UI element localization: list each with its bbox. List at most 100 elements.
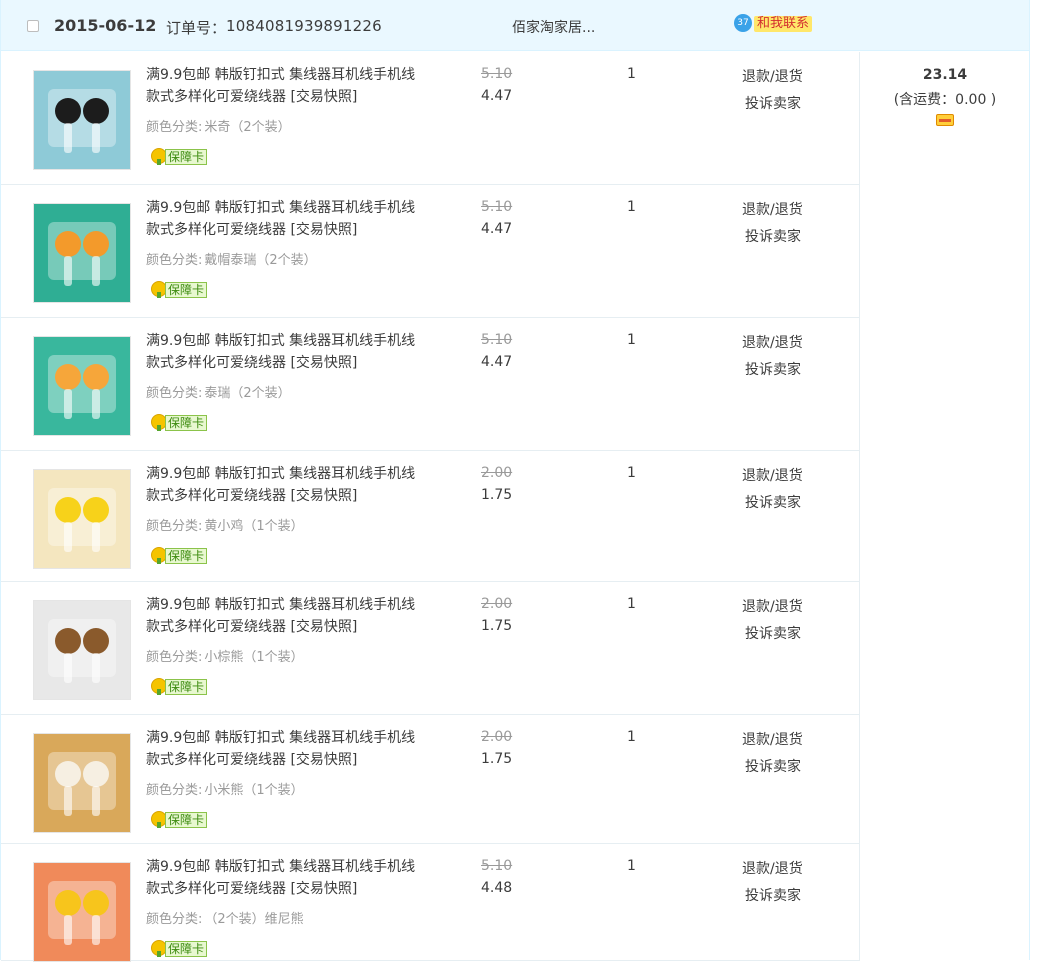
thumb-strap-left	[64, 786, 72, 816]
thumb-strap-right	[92, 522, 100, 552]
product-image	[34, 863, 130, 961]
refund-link[interactable]: 退款/退货	[742, 66, 803, 86]
thumb-figure-left	[55, 890, 81, 916]
product-variant: 颜色分类: 小棕熊（1个装）	[146, 646, 304, 665]
refund-link[interactable]: 退款/退货	[742, 332, 803, 352]
order-item-row: 满9.9包邮 韩版钉扣式 集线器耳机线手机线 款式多样化可爱绕线器 [交易快照]…	[1, 715, 860, 844]
sale-price: 4.47	[481, 221, 513, 237]
thumb-figure-right	[83, 890, 109, 916]
thumb-figure-right	[83, 497, 109, 523]
product-thumbnail[interactable]	[33, 70, 131, 170]
guarantee-label: 保障卡	[165, 149, 208, 165]
thumb-strap-right	[92, 123, 100, 153]
complain-seller-link[interactable]: 投诉卖家	[745, 226, 801, 246]
product-thumbnail[interactable]	[33, 600, 131, 700]
order-total: 23.14	[922, 67, 968, 83]
variant-key: 颜色分类:	[146, 519, 203, 534]
variant-value: 泰瑞（2个装）	[204, 386, 291, 401]
complain-seller-link[interactable]: 投诉卖家	[745, 359, 801, 379]
variant-value: 黄小鸡（1个装）	[204, 519, 304, 534]
refund-link[interactable]: 退款/退货	[742, 199, 803, 219]
sale-price: 1.75	[481, 618, 513, 634]
product-image	[34, 71, 130, 169]
order-item-row: 满9.9包邮 韩版钉扣式 集线器耳机线手机线 款式多样化可爱绕线器 [交易快照]…	[1, 582, 860, 715]
guarantee-label: 保障卡	[165, 812, 208, 828]
contact-seller-label: 和我联系	[754, 16, 813, 32]
thumb-strap-right	[92, 389, 100, 419]
shipping-fee: (含运费：0.00 )	[893, 92, 997, 108]
thumb-figure-left	[55, 497, 81, 523]
product-title-link[interactable]: 满9.9包邮 韩版钉扣式 集线器耳机线手机线 款式多样化可爱绕线器 [交易快照]	[146, 463, 426, 507]
thumb-strap-right	[92, 786, 100, 816]
complain-seller-link[interactable]: 投诉卖家	[745, 885, 801, 905]
guarantee-badge[interactable]: 保障卡	[151, 811, 215, 829]
order-number-label: 订单号：	[166, 19, 227, 37]
guarantee-badge[interactable]: 保障卡	[151, 678, 215, 696]
item-quantity: 1	[627, 596, 636, 612]
product-title-link[interactable]: 满9.9包邮 韩版钉扣式 集线器耳机线手机线 款式多样化可爱绕线器 [交易快照]	[146, 727, 426, 771]
product-title-link[interactable]: 满9.9包邮 韩版钉扣式 集线器耳机线手机线 款式多样化可爱绕线器 [交易快照]	[146, 330, 426, 374]
guarantee-badge[interactable]: 保障卡	[151, 940, 215, 958]
thumb-figure-left	[55, 364, 81, 390]
order-checkbox[interactable]	[27, 20, 39, 32]
original-price: 2.00	[481, 729, 513, 745]
product-title-link[interactable]: 满9.9包邮 韩版钉扣式 集线器耳机线手机线 款式多样化可爱绕线器 [交易快照]	[146, 594, 426, 638]
product-image	[34, 204, 130, 302]
item-quantity: 1	[627, 729, 636, 745]
order-item-row: 满9.9包邮 韩版钉扣式 集线器耳机线手机线 款式多样化可爱绕线器 [交易快照]…	[1, 451, 860, 582]
product-title-link[interactable]: 满9.9包邮 韩版钉扣式 集线器耳机线手机线 款式多样化可爱绕线器 [交易快照]	[146, 197, 426, 241]
sale-price: 4.47	[481, 88, 513, 104]
sale-price: 4.48	[481, 880, 513, 896]
item-quantity: 1	[627, 332, 636, 348]
refund-link[interactable]: 退款/退货	[742, 596, 803, 616]
item-quantity: 1	[627, 465, 636, 481]
refund-link[interactable]: 退款/退货	[742, 858, 803, 878]
payment-card-icon[interactable]	[936, 114, 954, 126]
product-thumbnail[interactable]	[33, 469, 131, 569]
variant-value: 米奇（2个装）	[204, 120, 291, 135]
refund-link[interactable]: 退款/退货	[742, 465, 803, 485]
product-image	[34, 734, 130, 832]
order-item-row: 满9.9包邮 韩版钉扣式 集线器耳机线手机线 款式多样化可爱绕线器 [交易快照]…	[1, 844, 860, 962]
variant-value: 小米熊（1个装）	[204, 783, 304, 798]
thumb-figure-left	[55, 98, 81, 124]
guarantee-badge[interactable]: 保障卡	[151, 414, 215, 432]
original-price: 2.00	[481, 465, 513, 481]
shop-name-link[interactable]: 佰家淘家居...	[512, 17, 595, 37]
variant-key: 颜色分类:	[146, 120, 203, 135]
guarantee-label: 保障卡	[165, 282, 208, 298]
thumb-figure-right	[83, 98, 109, 124]
order-number: 1084081939891226	[226, 17, 382, 35]
guarantee-badge[interactable]: 保障卡	[151, 281, 215, 299]
complain-seller-link[interactable]: 投诉卖家	[745, 492, 801, 512]
order-card: 2015-06-12 订单号： 1084081939891226 佰家淘家居..…	[0, 0, 1030, 962]
product-variant: 颜色分类: 小米熊（1个装）	[146, 779, 304, 798]
variant-key: 颜色分类:	[146, 912, 203, 927]
product-image	[34, 337, 130, 435]
variant-key: 颜色分类:	[146, 650, 203, 665]
thumb-strap-left	[64, 389, 72, 419]
product-variant: 颜色分类: 黄小鸡（1个装）	[146, 515, 304, 534]
order-item-row: 满9.9包邮 韩版钉扣式 集线器耳机线手机线 款式多样化可爱绕线器 [交易快照]…	[1, 318, 860, 451]
product-variant: 颜色分类: 戴帽泰瑞（2个装）	[146, 249, 317, 268]
product-thumbnail[interactable]	[33, 203, 131, 303]
refund-link[interactable]: 退款/退货	[742, 729, 803, 749]
product-title-link[interactable]: 满9.9包邮 韩版钉扣式 集线器耳机线手机线 款式多样化可爱绕线器 [交易快照]	[146, 856, 426, 900]
variant-key: 颜色分类:	[146, 253, 203, 268]
thumb-figure-right	[83, 364, 109, 390]
complain-seller-link[interactable]: 投诉卖家	[745, 623, 801, 643]
thumb-strap-right	[92, 653, 100, 683]
order-header: 2015-06-12 订单号： 1084081939891226 佰家淘家居..…	[1, 0, 1029, 51]
complain-seller-link[interactable]: 投诉卖家	[745, 756, 801, 776]
product-thumbnail[interactable]	[33, 336, 131, 436]
order-date: 2015-06-12	[54, 16, 157, 35]
contact-seller-button[interactable]: 37 和我联系	[734, 14, 820, 36]
product-thumbnail[interactable]	[33, 862, 131, 962]
product-thumbnail[interactable]	[33, 733, 131, 833]
variant-key: 颜色分类:	[146, 386, 203, 401]
product-title-link[interactable]: 满9.9包邮 韩版钉扣式 集线器耳机线手机线 款式多样化可爱绕线器 [交易快照]	[146, 64, 426, 108]
guarantee-badge[interactable]: 保障卡	[151, 547, 215, 565]
guarantee-badge[interactable]: 保障卡	[151, 148, 215, 166]
item-quantity: 1	[627, 66, 636, 82]
complain-seller-link[interactable]: 投诉卖家	[745, 93, 801, 113]
